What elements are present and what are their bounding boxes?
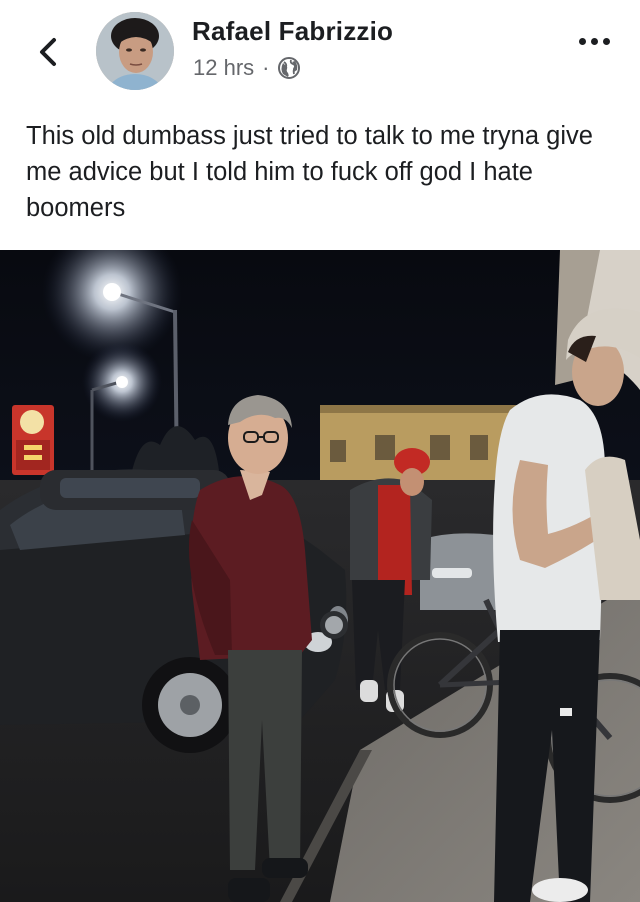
more-options-button[interactable] (579, 38, 610, 45)
post-meta: 12 hrs · (193, 55, 301, 81)
timestamp[interactable]: 12 hrs (193, 55, 254, 81)
more-dot-1 (579, 38, 586, 45)
post-header: Rafael Fabrizzio 12 hrs · (0, 0, 640, 110)
post-text: This old dumbass just tried to talk to m… (26, 122, 593, 222)
back-button[interactable] (30, 30, 66, 74)
post-photo[interactable] (0, 250, 640, 902)
author-name[interactable]: Rafael Fabrizzio (192, 16, 393, 47)
chevron-left-icon (40, 38, 56, 66)
post-screen: Rafael Fabrizzio 12 hrs · This old dumba… (0, 0, 640, 902)
author-avatar[interactable] (96, 12, 174, 90)
photo-illustration (0, 250, 640, 902)
more-dot-2 (591, 38, 598, 45)
meta-separator: · (262, 55, 270, 80)
more-dot-3 (603, 38, 610, 45)
globe-icon (278, 57, 301, 79)
